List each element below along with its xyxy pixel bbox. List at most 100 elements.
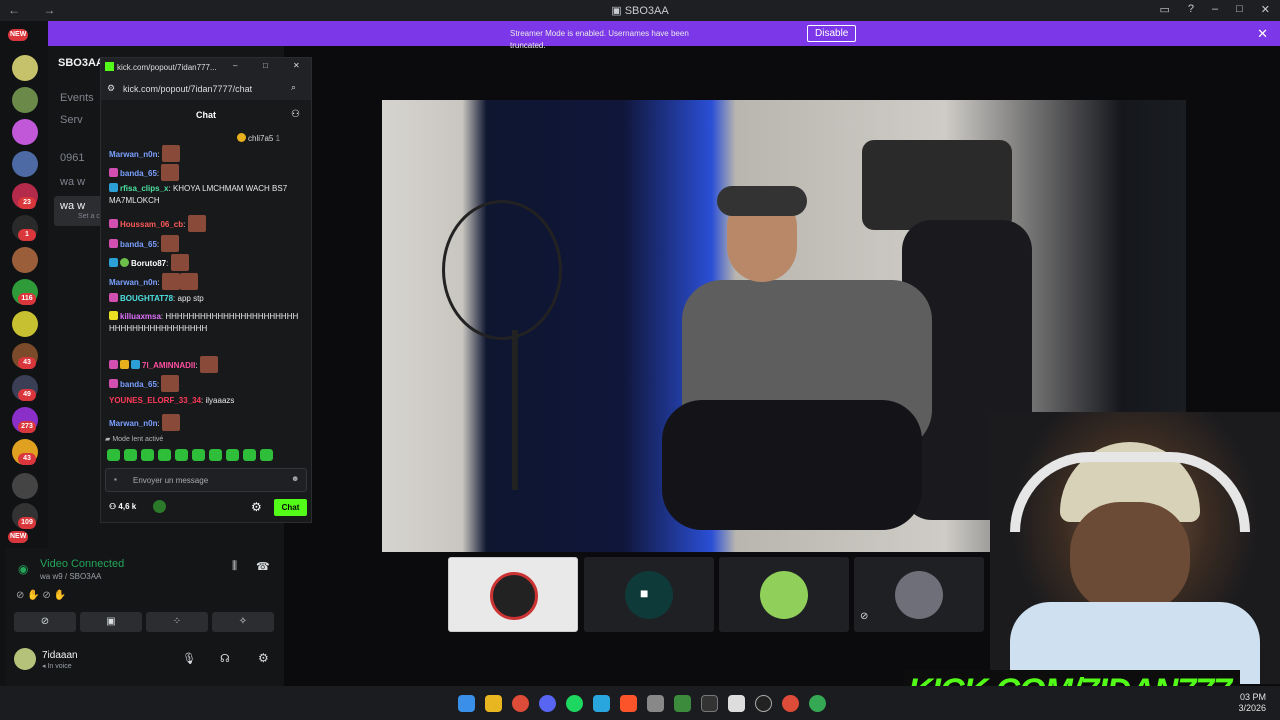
camera-off-button[interactable]: ⊘ [14, 612, 76, 632]
brave-icon[interactable] [620, 695, 637, 712]
disconnect-icon[interactable]: ☎ [256, 560, 270, 573]
participant-tile[interactable] [448, 557, 578, 632]
headphones-icon[interactable]: ☊ [220, 652, 230, 665]
search-icon[interactable]: ⌕ [291, 82, 296, 93]
participant-tile[interactable] [719, 557, 849, 632]
server-icon[interactable] [12, 247, 38, 273]
chat-message: Marwan_n0n: [109, 145, 299, 162]
viewers-icon: ⚇ [109, 502, 119, 511]
maximize-icon[interactable]: □ [263, 61, 268, 70]
kick-popout-window: kick.com/popout/7idan777... – □ ✕ ⚙ kick… [100, 57, 312, 523]
server-icon[interactable] [12, 473, 38, 499]
minimize-icon[interactable]: – [233, 61, 237, 70]
emote-icon[interactable] [175, 449, 188, 461]
avatar [490, 572, 538, 620]
maximize-icon[interactable]: □ [1236, 3, 1243, 16]
soundboard-icon[interactable]: ⫼ [232, 560, 237, 573]
discord-icon[interactable] [539, 695, 556, 712]
spotify-icon[interactable] [566, 695, 583, 712]
unread-badge: 49 [18, 389, 36, 401]
channel-voice[interactable]: wa w [60, 176, 85, 188]
emote-icon[interactable] [226, 449, 239, 461]
fan-stand [512, 330, 518, 490]
emote-bar[interactable] [107, 449, 273, 461]
message-input[interactable]: ▪ Envoyer un message ☻ [105, 468, 307, 492]
emote-icon[interactable] [192, 449, 205, 461]
inbox-icon[interactable]: ▭ [1159, 3, 1169, 16]
close-icon[interactable]: ✕ [293, 61, 300, 70]
channel-server[interactable]: Serv [60, 114, 83, 126]
close-icon[interactable]: ✕ [1261, 3, 1270, 16]
chrome-icon[interactable] [512, 695, 529, 712]
obs-icon[interactable] [755, 695, 772, 712]
chrome-icon[interactable] [782, 695, 799, 712]
minimize-icon[interactable]: – [1212, 3, 1218, 16]
telegram-icon[interactable] [593, 695, 610, 712]
unread-badge: 273 [18, 421, 36, 433]
users-icon[interactable]: ⚇ [291, 109, 300, 120]
unread-badge: 43 [18, 453, 36, 465]
avatar[interactable] [14, 648, 36, 670]
chat-send-button[interactable]: Chat [274, 499, 307, 516]
gear-icon[interactable]: ⚙ [258, 651, 269, 665]
emote-icon[interactable] [158, 449, 171, 461]
emote-icon[interactable] [209, 449, 222, 461]
emoji-icon[interactable]: ☻ [291, 474, 299, 483]
taskbar: 03 PM 3/2026 [0, 686, 1280, 720]
unread-badge: 116 [18, 293, 36, 305]
emote-icon[interactable] [124, 449, 137, 461]
close-icon[interactable]: ✕ [1257, 26, 1268, 42]
taskbar-clock[interactable]: 03 PM 3/2026 [1238, 692, 1266, 714]
help-icon[interactable]: ? [1188, 3, 1194, 16]
disable-button[interactable]: Disable [807, 25, 857, 42]
wall-logo [862, 140, 1012, 230]
kick-badge-icon[interactable] [153, 500, 166, 513]
window-title: ▣ SBO3AA [611, 5, 669, 17]
file-explorer-icon[interactable] [485, 695, 502, 712]
window-controls[interactable]: ▭ ? – □ ✕ [1159, 3, 1270, 16]
emote-icon[interactable] [141, 449, 154, 461]
server-icon[interactable] [12, 151, 38, 177]
activities-button[interactable]: ⁘ [146, 612, 208, 632]
settings-icon[interactable] [647, 695, 664, 712]
popout-title: kick.com/popout/7idan777... [117, 63, 217, 72]
webcam-overlay [990, 412, 1280, 684]
chat-message: rfisa_clips_x: KHOYA LMCHMAM WACH BS7 MA… [109, 183, 288, 205]
server-icon[interactable] [12, 311, 38, 337]
chrome-icon[interactable] [809, 695, 826, 712]
unread-badge: 23 [18, 197, 36, 209]
channel-voice-active[interactable]: wa w [54, 196, 104, 226]
screen-share-button[interactable]: ▣ [80, 612, 142, 632]
terminal-icon[interactable] [701, 695, 718, 712]
participant-tile[interactable]: ⊘ [854, 557, 984, 632]
emote-icon[interactable] [107, 449, 120, 461]
server-icon[interactable] [12, 55, 38, 81]
user-status: ◂ In voice [42, 663, 72, 670]
kick-icon [105, 62, 114, 71]
microphone-icon[interactable]: 🎙 [182, 652, 196, 665]
chat-message: Marwan_n0n: [109, 273, 299, 290]
server-name[interactable]: SBO3AA [58, 57, 104, 69]
emote-icon[interactable] [260, 449, 273, 461]
popout-titlebar: kick.com/popout/7idan777... – □ ✕ [101, 58, 311, 78]
chat-message: banda_65: [109, 164, 299, 181]
app-icon[interactable] [728, 695, 745, 712]
chat-message: banda_65: [109, 375, 299, 392]
start-icon[interactable] [458, 695, 475, 712]
channel-text[interactable]: 0961 [60, 152, 84, 164]
site-info-icon[interactable]: ⚙ [107, 83, 115, 94]
emote-icon[interactable] [243, 449, 256, 461]
server-icon[interactable] [12, 87, 38, 113]
server-icon[interactable] [12, 119, 38, 145]
server-icon: ▣ [611, 5, 625, 17]
channel-events[interactable]: Events [60, 92, 94, 104]
voice-channel[interactable]: wa w9 / SBO3AA [40, 572, 101, 581]
new-badge: NEW [8, 531, 29, 543]
soundboard-button[interactable]: ✧ [212, 612, 274, 632]
chat-message: Boruto87: [109, 254, 299, 271]
gear-icon[interactable]: ⚙ [251, 500, 262, 514]
media-icon[interactable] [674, 695, 691, 712]
address-bar[interactable]: ⚙ kick.com/popout/7idan7777/chat ⌕ [101, 78, 311, 100]
signal-icon: ◉ [18, 562, 29, 576]
participant-tile[interactable]: ■ [584, 557, 714, 632]
